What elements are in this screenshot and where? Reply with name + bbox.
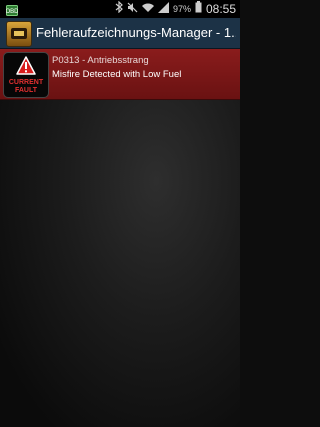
car-icon[interactable] (6, 21, 32, 47)
list-item[interactable]: CURRENT FAULT P0313 - Antriebsstrang Mis… (0, 49, 240, 100)
warning-triangle-icon (16, 56, 36, 75)
battery-percent: 97% (172, 4, 191, 14)
current-fault-badge: CURRENT FAULT (3, 52, 49, 98)
background (0, 49, 240, 427)
battery-icon (195, 0, 202, 18)
action-bar: Fehleraufzeichnungs-Manager - 1.. (0, 18, 240, 49)
fault-description: Misfire Detected with Low Fuel (52, 69, 182, 80)
bluetooth-icon (115, 0, 123, 18)
fault-code: P0313 - Antriebsstrang (52, 55, 149, 66)
cell-signal-icon (157, 0, 169, 18)
badge-line2: FAULT (14, 87, 38, 94)
wifi-icon (141, 0, 154, 18)
status-bar: OBD 97% 08:55 (0, 0, 240, 18)
status-time: 08:55 (205, 2, 236, 16)
page-title: Fehleraufzeichnungs-Manager - 1.. (36, 25, 236, 40)
svg-text:OBD: OBD (6, 9, 18, 15)
mute-icon (127, 0, 138, 18)
badge-line1: CURRENT (8, 79, 44, 86)
